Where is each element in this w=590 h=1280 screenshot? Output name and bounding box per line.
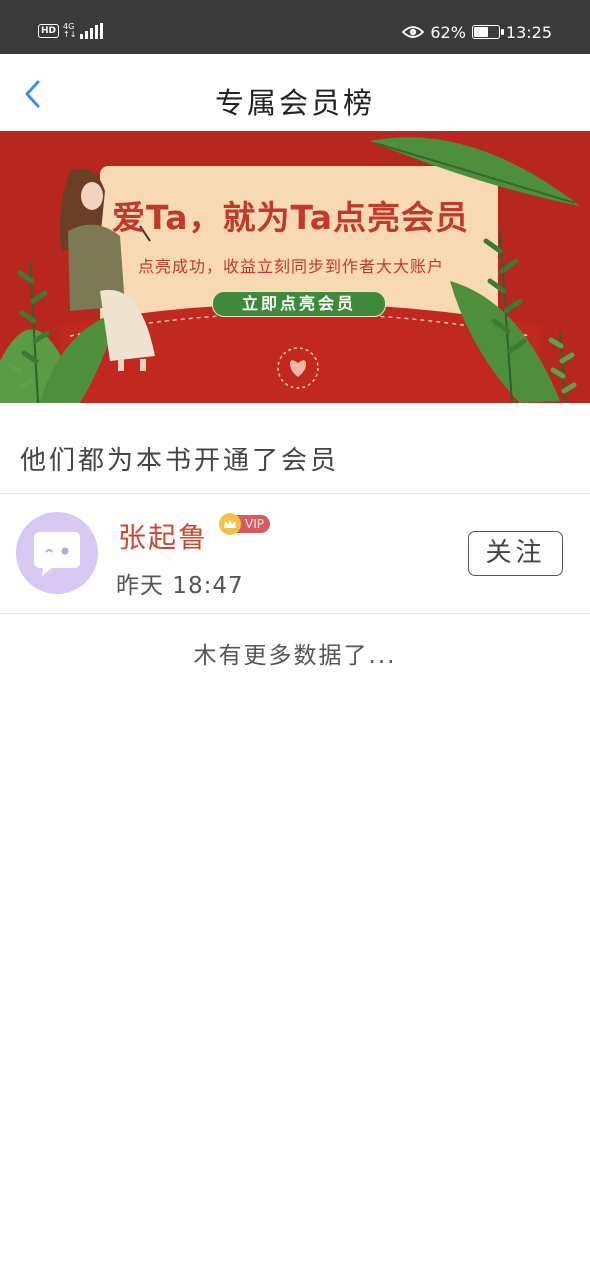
data-arrows-icon: ↑↓	[63, 30, 77, 39]
status-bar-right: 62% 13:25	[402, 20, 552, 44]
follow-button[interactable]: 关注	[468, 531, 563, 576]
chat-bubble-icon	[34, 532, 80, 576]
member-name[interactable]: 张起鲁	[118, 516, 208, 556]
eye-comfort-icon	[402, 26, 425, 38]
signal-icon	[80, 23, 104, 39]
nav-bar: 专属会员榜	[0, 54, 590, 131]
light-up-membership-button[interactable]: 立即点亮会员	[212, 291, 386, 317]
banner-headline: 爱Ta，就为Ta点亮会员	[112, 198, 470, 237]
battery-icon	[471, 25, 504, 39]
crown-icon	[219, 513, 241, 535]
page-title: 专属会员榜	[214, 86, 375, 120]
battery-fill	[473, 27, 488, 37]
avatar[interactable]	[16, 512, 98, 594]
divider	[0, 493, 590, 494]
section-title: 他们都为本书开通了会员	[20, 446, 340, 476]
network-type: 4G ↑↓	[63, 23, 76, 39]
status-bar-left: HD 4G ↑↓	[38, 20, 104, 42]
no-more-data-text: 木有更多数据了...	[193, 643, 397, 669]
banner-subtext: 点亮成功，收益立刻同步到作者大大账户	[138, 257, 445, 276]
promo-banner[interactable]: 爱Ta，就为Ta点亮会员 点亮成功，收益立刻同步到作者大大账户 立即点亮会员	[0, 131, 590, 403]
divider	[0, 613, 590, 614]
battery-percent: 62%	[430, 22, 466, 42]
status-bar: HD 4G ↑↓ 62% 13:25	[0, 0, 590, 54]
member-time: 昨天 18:47	[116, 573, 244, 599]
clock: 13:25	[505, 22, 552, 42]
vip-badge: VIP	[219, 513, 270, 535]
hd-indicator: HD	[38, 24, 60, 38]
